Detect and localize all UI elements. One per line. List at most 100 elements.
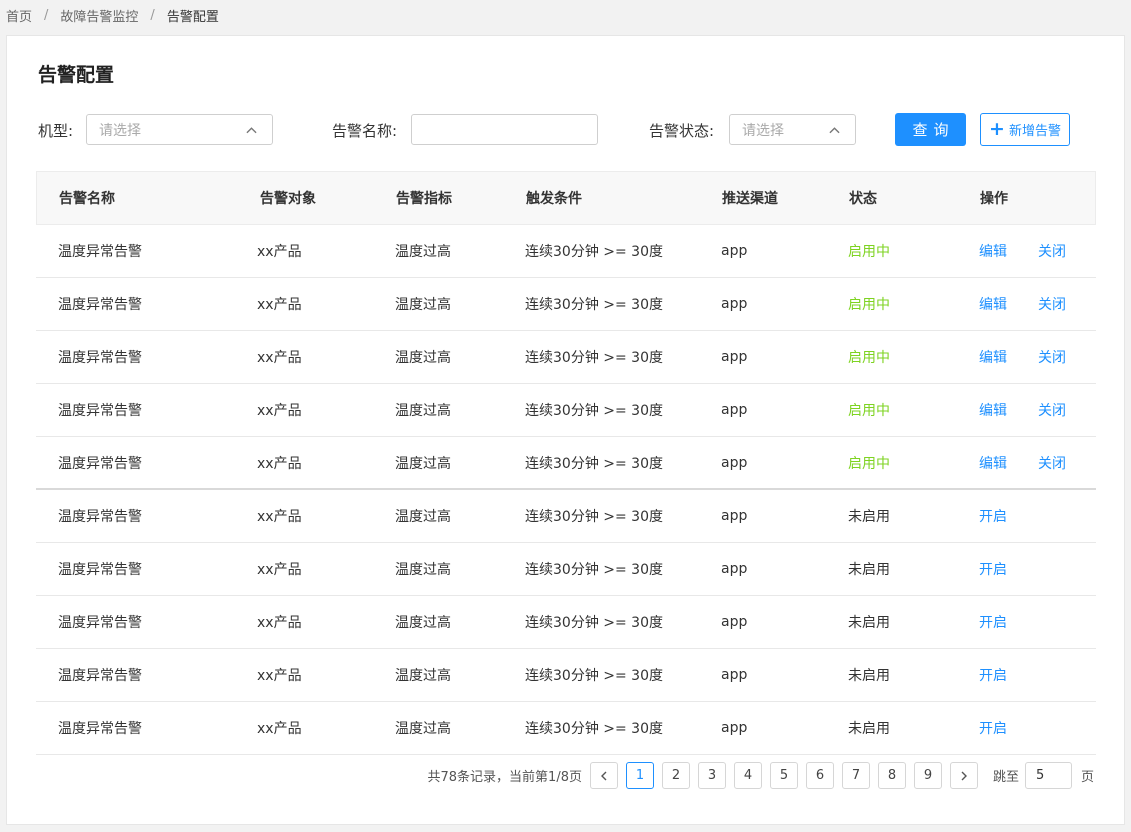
header-actions: 操作: [980, 191, 1008, 207]
breadcrumb-fault-monitor[interactable]: 故障告警监控: [60, 6, 138, 25]
enable-link[interactable]: 开启: [979, 596, 1007, 648]
query-button[interactable]: 查询: [895, 113, 966, 146]
page-button-3[interactable]: 3: [697, 762, 726, 789]
close-link[interactable]: 关闭: [1038, 437, 1066, 488]
page-button-1[interactable]: 1: [625, 762, 654, 789]
cell-trigger-condition: 连续30分钟 >= 30度: [525, 455, 663, 472]
page-button-7[interactable]: 7: [841, 762, 870, 789]
cell-alarm-metric: 温度过高: [395, 455, 451, 472]
header-alarm-target: 告警对象: [260, 191, 316, 207]
next-page-button[interactable]: [949, 762, 978, 789]
chevron-up-icon: [829, 127, 840, 134]
cell-trigger-condition: 连续30分钟 >= 30度: [525, 297, 663, 313]
alarm-status-label: 告警状态:: [649, 122, 715, 140]
jump-suffix: 页: [1080, 770, 1094, 785]
cell-alarm-target: xx产品: [257, 244, 302, 260]
edit-link[interactable]: 编辑: [979, 278, 1007, 330]
cell-alarm-metric: 温度过高: [395, 403, 451, 419]
cell-push-channel: app: [721, 243, 748, 259]
edit-link[interactable]: 编辑: [979, 225, 1007, 277]
page-button-2[interactable]: 2: [661, 762, 690, 789]
cell-alarm-metric: 温度过高: [395, 509, 451, 525]
cell-push-channel: app: [721, 720, 748, 736]
table-row: 温度异常告警 xx产品 温度过高 连续30分钟 >= 30度 app 启用中 编辑 关闭: [36, 225, 1096, 278]
cell-alarm-metric: 温度过高: [395, 668, 451, 684]
cell-alarm-name: 温度异常告警: [58, 668, 142, 684]
cell-status: 未启用: [848, 721, 890, 737]
cell-status: 启用中: [848, 455, 890, 472]
enable-link[interactable]: 开启: [979, 702, 1007, 754]
enable-link[interactable]: 开启: [979, 490, 1007, 542]
header-alarm-metric: 告警指标: [396, 191, 452, 207]
breadcrumb-separator: /: [150, 7, 155, 23]
table-row: 温度异常告警 xx产品 温度过高 连续30分钟 >= 30度 app 未启用 开启: [36, 702, 1096, 755]
cell-alarm-name: 温度异常告警: [58, 509, 142, 525]
close-link[interactable]: 关闭: [1038, 331, 1066, 383]
table-row: 温度异常告警 xx产品 温度过高 连续30分钟 >= 30度 app 启用中 编辑 关闭: [36, 437, 1096, 490]
alarm-name-input[interactable]: [411, 114, 598, 145]
close-link[interactable]: 关闭: [1038, 278, 1066, 330]
jump-label: 跳至: [992, 770, 1019, 785]
prev-page-button[interactable]: [589, 762, 618, 789]
close-link[interactable]: 关闭: [1038, 225, 1066, 277]
edit-link[interactable]: 编辑: [979, 437, 1007, 488]
table-row: 温度异常告警 xx产品 温度过高 连续30分钟 >= 30度 app 启用中 编辑 关闭: [36, 384, 1096, 437]
model-label: 机型:: [38, 122, 74, 140]
jump-page-value: 5: [1035, 768, 1045, 783]
enable-link[interactable]: 开启: [979, 543, 1007, 595]
pagination: 共78条记录，当前第1/8页 123456789 跳至 5 页: [428, 762, 1094, 789]
cell-alarm-name: 温度异常告警: [58, 403, 142, 419]
cell-alarm-metric: 温度过高: [395, 350, 451, 366]
cell-alarm-target: xx产品: [257, 455, 302, 472]
page-button-8[interactable]: 8: [877, 762, 906, 789]
cell-push-channel: app: [721, 454, 748, 471]
cell-status: 启用中: [848, 403, 890, 419]
cell-push-channel: app: [721, 349, 748, 365]
cell-alarm-target: xx产品: [257, 403, 302, 419]
breadcrumb-home[interactable]: 首页: [6, 6, 32, 25]
jump-page-input[interactable]: 5: [1024, 762, 1072, 789]
cell-status: 未启用: [848, 562, 890, 578]
cell-push-channel: app: [721, 296, 748, 312]
cell-alarm-name: 温度异常告警: [58, 562, 142, 578]
model-select[interactable]: 请选择: [86, 114, 273, 145]
cell-alarm-target: xx产品: [257, 509, 302, 525]
chevron-up-icon: [246, 127, 257, 134]
page-button-6[interactable]: 6: [805, 762, 834, 789]
cell-alarm-target: xx产品: [257, 668, 302, 684]
cell-push-channel: app: [721, 508, 748, 524]
cell-alarm-metric: 温度过高: [395, 562, 451, 578]
page-button-9[interactable]: 9: [913, 762, 942, 789]
page-title: 告警配置: [38, 64, 115, 86]
chevron-right-icon: [961, 771, 967, 780]
close-link[interactable]: 关闭: [1038, 384, 1066, 436]
cell-status: 未启用: [848, 668, 890, 684]
cell-trigger-condition: 连续30分钟 >= 30度: [525, 350, 663, 366]
content-card: 告警配置 机型: 请选择 告警名称: 告警状态: 请选择 查询 + 新增告警 告…: [6, 35, 1125, 825]
header-status: 状态: [849, 191, 877, 207]
cell-push-channel: app: [721, 402, 748, 418]
edit-link[interactable]: 编辑: [979, 384, 1007, 436]
cell-alarm-name: 温度异常告警: [58, 455, 142, 472]
cell-status: 启用中: [848, 350, 890, 366]
cell-alarm-metric: 温度过高: [395, 244, 451, 260]
cell-alarm-target: xx产品: [257, 562, 302, 578]
cell-alarm-name: 温度异常告警: [58, 350, 142, 366]
alarm-name-label: 告警名称:: [332, 122, 398, 140]
breadcrumb-current: 告警配置: [166, 9, 219, 25]
table-row: 温度异常告警 xx产品 温度过高 连续30分钟 >= 30度 app 启用中 编辑 关闭: [36, 278, 1096, 331]
table-row: 温度异常告警 xx产品 温度过高 连续30分钟 >= 30度 app 未启用 开启: [36, 490, 1096, 543]
cell-alarm-name: 温度异常告警: [58, 721, 142, 737]
enable-link[interactable]: 开启: [979, 649, 1007, 701]
chevron-left-icon: [600, 771, 607, 780]
breadcrumb: 首页 / 故障告警监控 / 告警配置: [6, 6, 219, 25]
add-alarm-button[interactable]: + 新增告警: [980, 113, 1070, 146]
edit-link[interactable]: 编辑: [979, 331, 1007, 383]
header-trigger-condition: 触发条件: [526, 191, 582, 207]
cell-alarm-target: xx产品: [257, 615, 302, 631]
cell-trigger-condition: 连续30分钟 >= 30度: [525, 244, 663, 260]
alarm-status-select[interactable]: 请选择: [729, 114, 856, 145]
page-button-5[interactable]: 5: [769, 762, 798, 789]
cell-trigger-condition: 连续30分钟 >= 30度: [525, 721, 663, 737]
page-button-4[interactable]: 4: [733, 762, 762, 789]
